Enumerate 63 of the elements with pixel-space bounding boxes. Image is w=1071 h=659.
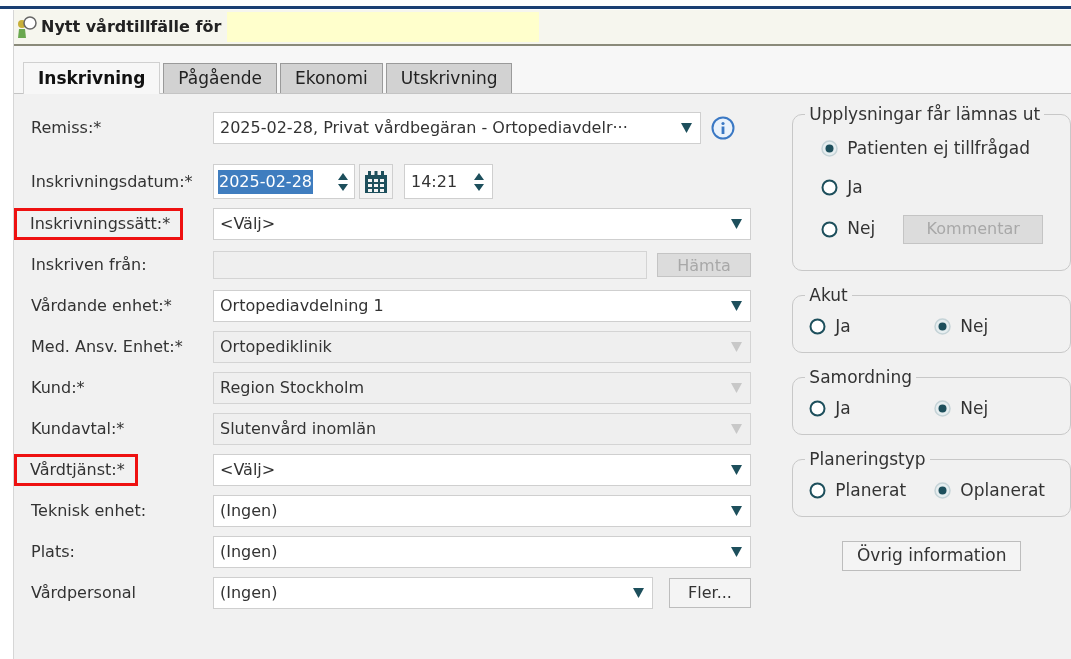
field-label: Inskrivningsdatum:* (31, 170, 193, 193)
caret-icon (731, 342, 742, 352)
caret-icon (731, 465, 742, 475)
radio-button[interactable] (821, 220, 839, 238)
field-label: Teknisk enhet: (31, 500, 147, 522)
field-label: Remiss:* (31, 117, 102, 139)
radio-label: Patienten ej tillfrågad (847, 136, 1030, 160)
tab[interactable]: Pågående (163, 63, 277, 93)
time-field[interactable]: 14:21 (404, 164, 493, 199)
field-label: Vårdtjänst:* (14, 454, 138, 486)
date-field[interactable]: 2025-02-28 (213, 164, 355, 199)
tab[interactable]: Ekonomi (279, 63, 383, 93)
group-title: Samordning (808, 365, 914, 389)
info-icon[interactable] (711, 116, 735, 140)
field-label: Vårdpersonal (31, 582, 137, 604)
caret-icon (731, 219, 742, 229)
field-label: Vårdande enhet:* (31, 295, 172, 317)
spinner-icon[interactable] (338, 171, 348, 192)
caret-icon (731, 424, 742, 434)
group-title: Upplysningar får lämnas ut (808, 103, 1042, 126)
caret-icon (731, 506, 742, 516)
field-label: Kundavtal:* (31, 418, 125, 440)
radio-label: Planerat (835, 479, 907, 502)
dropdown-field[interactable]: Ortopediavdelning 1 (213, 290, 751, 322)
caret-icon (731, 383, 742, 393)
radio-label: Ja (835, 397, 851, 420)
field-label: Kund:* (31, 377, 85, 399)
group-title: Akut (808, 283, 849, 307)
radio-label: Ja (847, 176, 863, 199)
radio-label: Nej (960, 315, 989, 338)
window-title: Nytt vårdtillfälle för (41, 16, 222, 38)
tab[interactable]: Utskrivning (385, 63, 513, 93)
selected-text: 2025-02-28 (218, 169, 313, 194)
dropdown-field[interactable]: (Ingen) (213, 495, 751, 527)
field-label: Inskriven från: (31, 254, 147, 276)
radio-label: Ja (835, 315, 851, 338)
dropdown-field[interactable]: <Välj> (213, 454, 751, 486)
action-button[interactable]: Fler... (669, 578, 751, 608)
dropdown-field[interactable]: (Ingen) (213, 577, 653, 609)
caret-icon (731, 301, 742, 311)
radio-button[interactable] (809, 318, 827, 336)
group-title: Planeringstyp (808, 447, 927, 471)
field-label: Plats: (31, 541, 75, 563)
tab[interactable]: Inskrivning (23, 62, 161, 94)
person-search-icon (16, 15, 38, 39)
radio-button[interactable] (809, 482, 827, 500)
other-info-button[interactable]: Övrig information (841, 540, 1022, 571)
caret-icon (633, 588, 644, 598)
dropdown-field[interactable]: <Välj> (213, 208, 751, 240)
dropdown-field[interactable]: 2025-02-28, Privat vårdbegäran - Ortopediavdelr··· (213, 112, 701, 144)
radio-button[interactable] (809, 400, 827, 418)
radio-label: Nej (847, 217, 876, 241)
caret-icon (681, 123, 692, 133)
calendar-icon (365, 170, 387, 193)
caret-icon (731, 547, 742, 557)
field-label: Med. Ansv. Enhet:* (31, 336, 183, 358)
radio-button[interactable] (821, 179, 839, 197)
spinner-icon[interactable] (474, 171, 484, 192)
radio-label: Nej (960, 397, 989, 420)
dropdown-field[interactable]: (Ingen) (213, 536, 751, 568)
field-label: Inskrivningssätt:* (14, 208, 184, 240)
calendar-button[interactable] (359, 164, 393, 199)
radio-label: Oplanerat (960, 479, 1045, 502)
